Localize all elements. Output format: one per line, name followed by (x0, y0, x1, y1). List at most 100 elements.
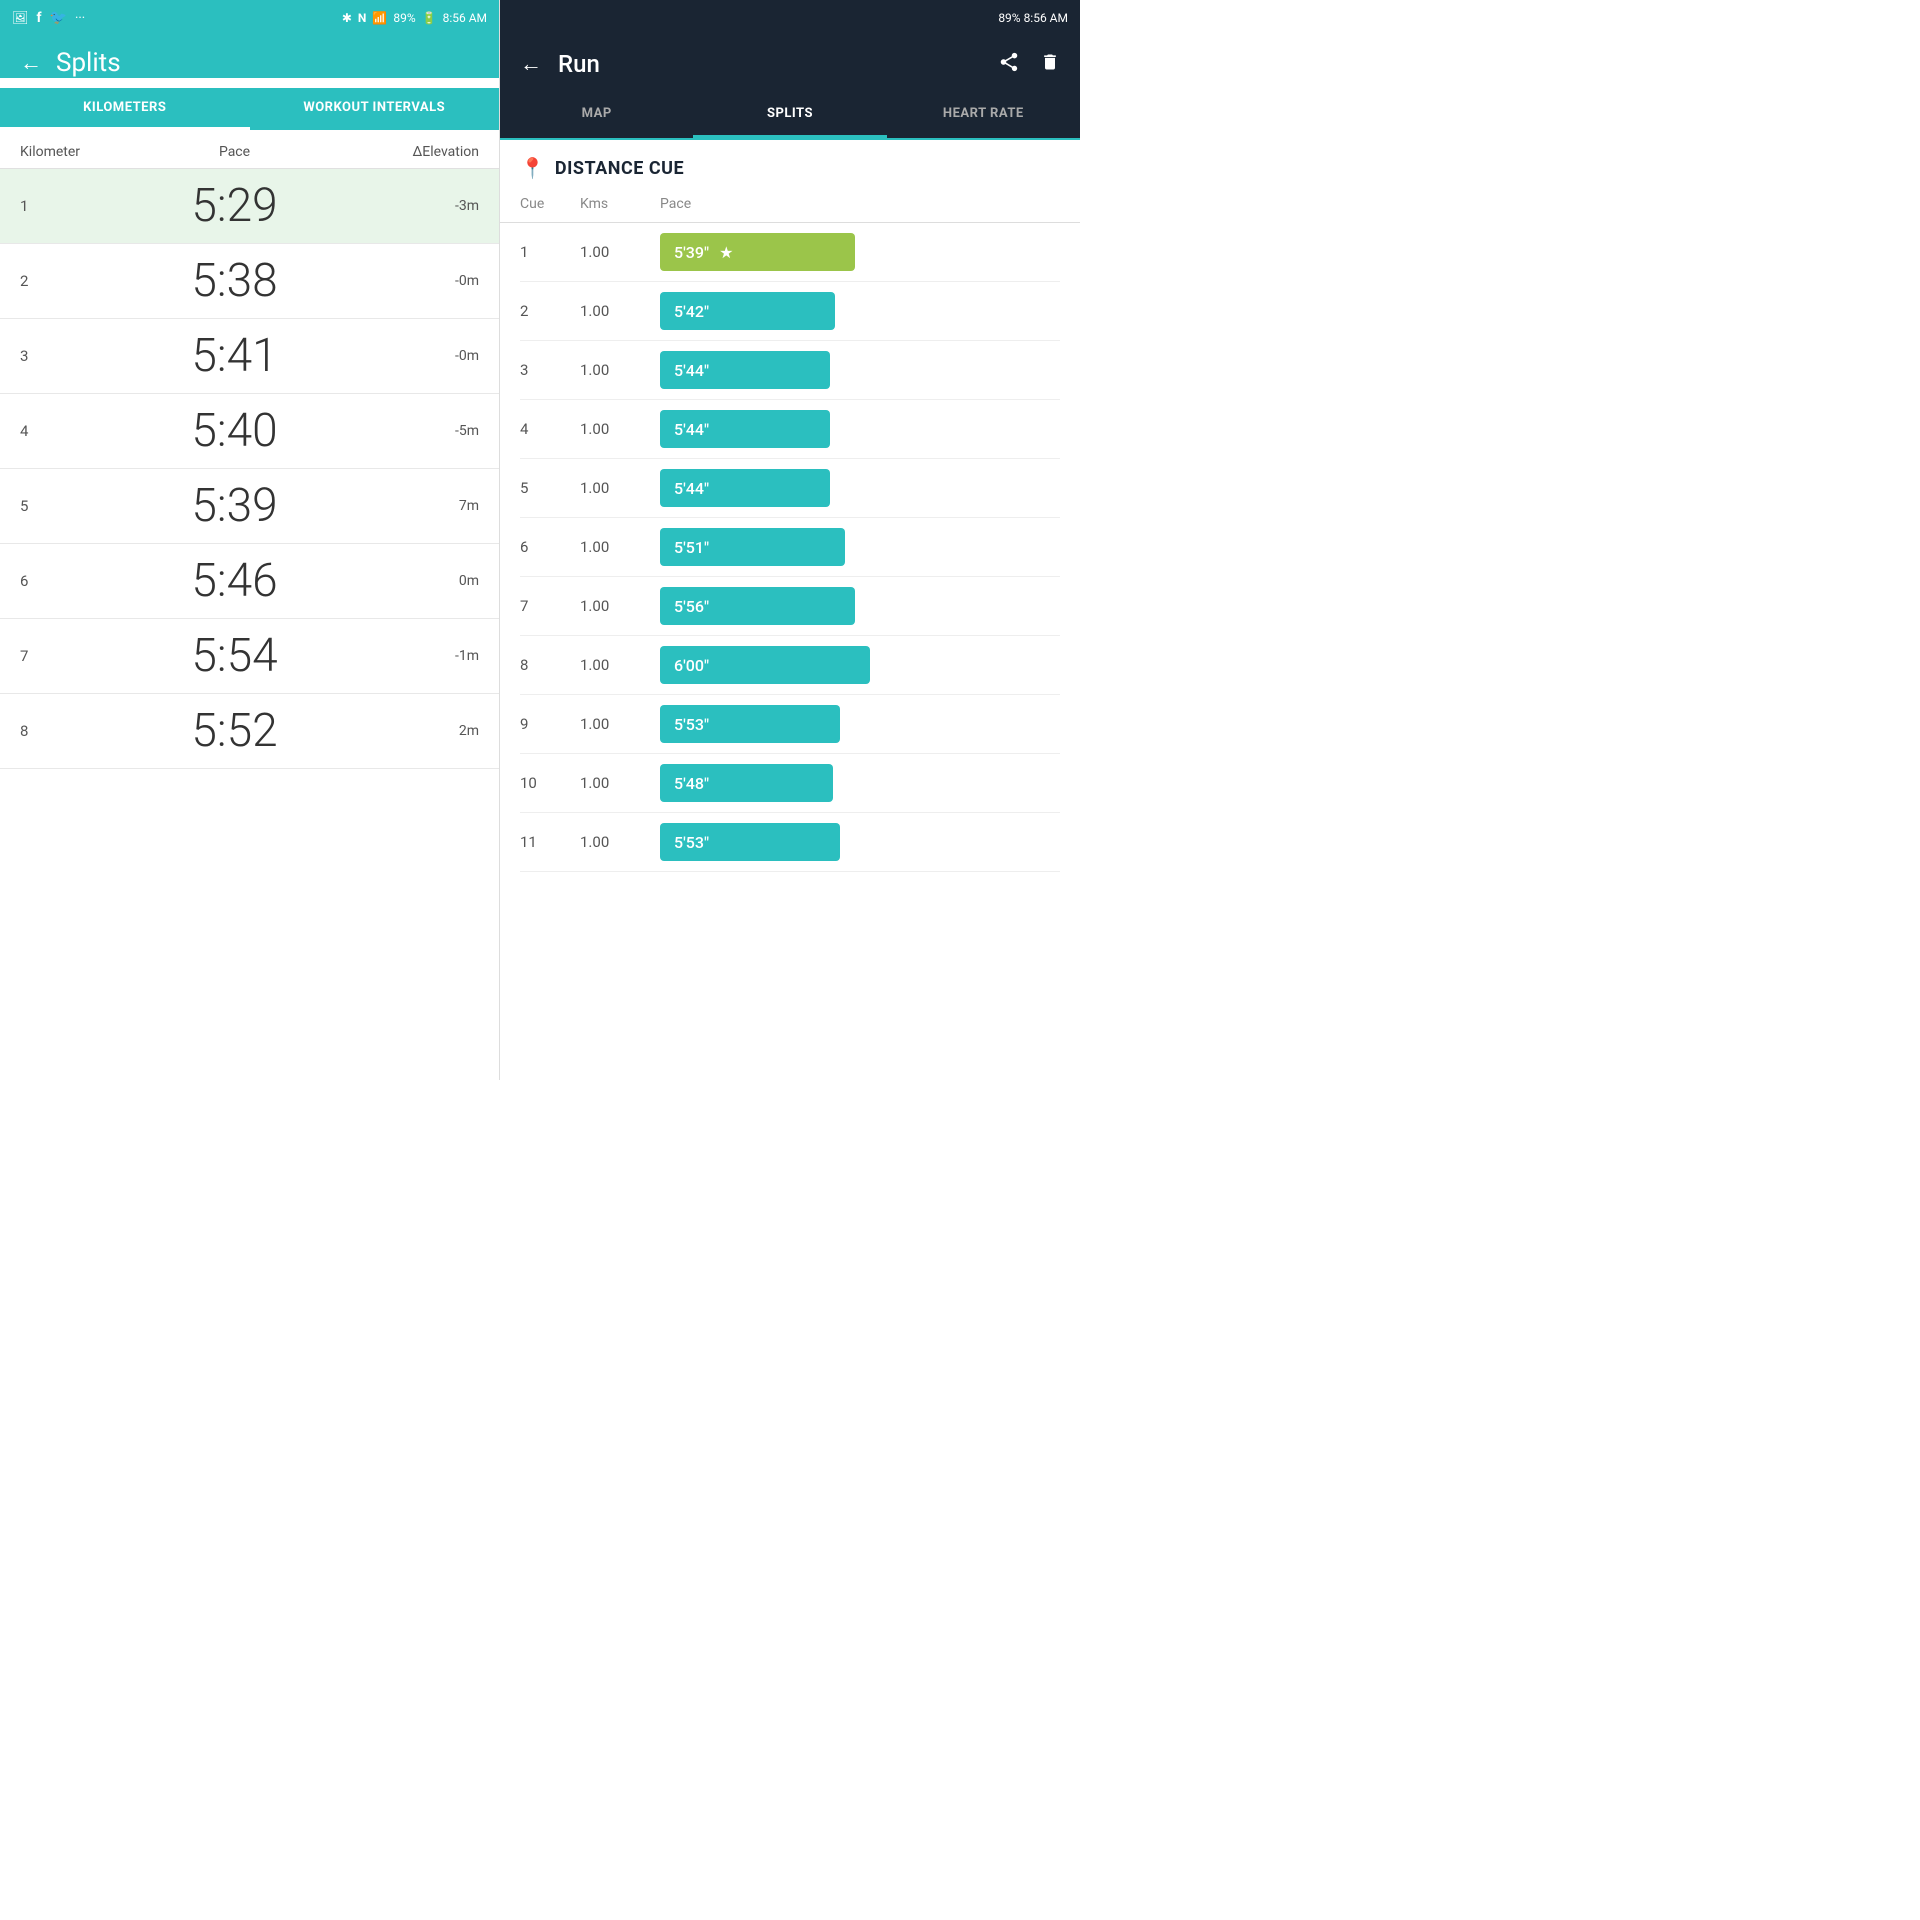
split-elevation: 7m (399, 498, 479, 514)
split-number: 3 (20, 347, 70, 365)
pace-bar: 6'00" (660, 646, 870, 684)
pace-bar: 5'39"★ (660, 233, 855, 271)
pace-bar: 5'44" (660, 410, 830, 448)
cue-kms: 1.00 (580, 774, 660, 792)
left-column-headers: Kilometer Pace ΔElevation (0, 130, 499, 169)
split-pace: 5:46 (70, 554, 399, 608)
back-button-right[interactable]: ← (520, 51, 542, 77)
cue-kms: 1.00 (580, 420, 660, 438)
cue-row: 9 1.00 5'53" (520, 695, 1060, 754)
cue-number: 1 (520, 243, 580, 261)
cue-row: 2 1.00 5'42" (520, 282, 1060, 341)
pace-bar: 5'48" (660, 764, 833, 802)
cue-row: 7 1.00 5'56" (520, 577, 1060, 636)
split-number: 7 (20, 647, 70, 665)
right-panel: 89% 8:56 AM ← Run MAP SPLITS HEART RATE … (500, 0, 1080, 1080)
cue-row: 1 1.00 5'39"★ (520, 223, 1060, 282)
cue-kms: 1.00 (580, 656, 660, 674)
delete-icon[interactable] (1040, 51, 1060, 78)
col-header-pace: Pace (70, 144, 399, 160)
cue-row: 11 1.00 5'53" (520, 813, 1060, 872)
facebook-icon: f (37, 10, 42, 26)
status-text-right: 89% 8:56 AM (998, 11, 1068, 25)
left-tabs: KILOMETERS WORKOUT INTERVALS (0, 88, 499, 130)
split-row: 3 5:41 -0m (0, 319, 499, 394)
n-icon: N (358, 11, 366, 25)
cue-row: 8 1.00 6'00" (520, 636, 1060, 695)
cue-row: 4 1.00 5'44" (520, 400, 1060, 459)
tab-splits[interactable]: SPLITS (693, 92, 886, 138)
cue-list: 1 1.00 5'39"★ 2 1.00 5'42" 3 1.00 5'44" … (500, 223, 1080, 1080)
left-title: Splits (56, 48, 121, 78)
split-pace: 5:40 (70, 404, 399, 458)
split-number: 1 (20, 197, 70, 215)
pace-bar: 5'51" (660, 528, 845, 566)
pace-bar: 5'42" (660, 292, 835, 330)
status-icons-left: 🖼 f 🐦 ··· (12, 10, 85, 26)
split-number: 8 (20, 722, 70, 740)
split-row: 8 5:52 2m (0, 694, 499, 769)
col-header-kms: Kms (580, 196, 660, 212)
cue-number: 2 (520, 302, 580, 320)
split-number: 6 (20, 572, 70, 590)
right-title: Run (558, 50, 998, 78)
bluetooth-icon: ✱ (342, 11, 352, 25)
left-header: ← Splits (0, 36, 499, 78)
split-elevation: -1m (399, 648, 479, 664)
right-header-icons (998, 51, 1060, 78)
split-pace: 5:39 (70, 479, 399, 533)
split-elevation: -5m (399, 423, 479, 439)
split-row: 5 5:39 7m (0, 469, 499, 544)
best-star-icon: ★ (719, 243, 733, 262)
cue-number: 4 (520, 420, 580, 438)
tab-heart-rate[interactable]: HEART RATE (887, 92, 1080, 138)
tab-workout-intervals[interactable]: WORKOUT INTERVALS (250, 88, 500, 130)
split-row: 2 5:38 -0m (0, 244, 499, 319)
cue-kms: 1.00 (580, 479, 660, 497)
pace-bar: 5'44" (660, 351, 830, 389)
location-icon: 📍 (520, 156, 545, 180)
signal-icon: 📶 (372, 11, 387, 25)
split-elevation: 0m (399, 573, 479, 589)
share-icon[interactable] (998, 51, 1020, 78)
cue-kms: 1.00 (580, 715, 660, 733)
photo-icon: 🖼 (12, 11, 29, 26)
split-row: 1 5:29 -3m (0, 169, 499, 244)
cue-number: 3 (520, 361, 580, 379)
split-elevation: -3m (399, 198, 479, 214)
splits-list: 1 5:29 -3m 2 5:38 -0m 3 5:41 -0m 4 5:40 … (0, 169, 499, 1080)
time-left: 8:56 AM (443, 11, 487, 25)
cue-kms: 1.00 (580, 597, 660, 615)
pace-bar: 5'44" (660, 469, 830, 507)
status-right-left: ✱ N 📶 89% 🔋 8:56 AM (342, 11, 487, 25)
left-panel: 🖼 f 🐦 ··· ✱ N 📶 89% 🔋 8:56 AM ← Splits K… (0, 0, 500, 1080)
cue-kms: 1.00 (580, 302, 660, 320)
distance-cue-title: DISTANCE CUE (555, 158, 684, 179)
battery-text: 89% (393, 11, 415, 25)
tab-kilometers[interactable]: KILOMETERS (0, 88, 250, 130)
cue-number: 6 (520, 538, 580, 556)
col-header-cue: Cue (520, 196, 580, 212)
col-header-elevation: ΔElevation (399, 144, 479, 160)
cue-number: 10 (520, 774, 580, 792)
split-elevation: 2m (399, 723, 479, 739)
cue-number: 5 (520, 479, 580, 497)
pace-bar: 5'53" (660, 705, 840, 743)
split-elevation: -0m (399, 273, 479, 289)
split-pace: 5:52 (70, 704, 399, 758)
cue-column-headers: Cue Kms Pace (500, 190, 1080, 223)
cue-kms: 1.00 (580, 361, 660, 379)
split-pace: 5:41 (70, 329, 399, 383)
cue-row: 10 1.00 5'48" (520, 754, 1060, 813)
split-pace: 5:29 (70, 179, 399, 233)
status-bar-right: 89% 8:56 AM (500, 0, 1080, 36)
back-button-left[interactable]: ← (20, 50, 42, 76)
pace-bar: 5'56" (660, 587, 855, 625)
cue-number: 9 (520, 715, 580, 733)
tab-map[interactable]: MAP (500, 92, 693, 138)
col-header-pace-right: Pace (660, 196, 691, 212)
ellipsis-icon: ··· (75, 11, 85, 26)
split-row: 7 5:54 -1m (0, 619, 499, 694)
split-pace: 5:38 (70, 254, 399, 308)
col-header-km: Kilometer (20, 144, 70, 160)
